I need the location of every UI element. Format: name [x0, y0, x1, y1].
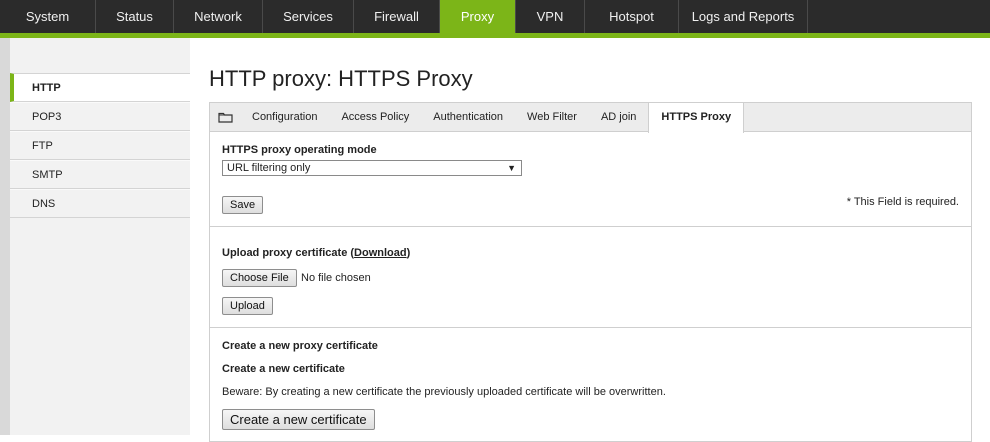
operating-mode-label: HTTPS proxy operating mode — [222, 144, 377, 156]
create-proxy-certificate-heading: Create a new proxy certificate — [222, 340, 378, 352]
section-divider — [210, 226, 971, 227]
operating-mode-value: URL filtering only — [227, 162, 311, 174]
nav-firewall[interactable]: Firewall — [354, 0, 440, 33]
left-gutter — [0, 38, 10, 435]
tab-https-proxy[interactable]: HTTPS Proxy — [648, 103, 745, 133]
create-certificate-button[interactable]: Create a new certificate — [222, 409, 375, 430]
create-certificate-subheading: Create a new certificate — [222, 363, 345, 375]
sidebar: HTTP POP3 FTP SMTP DNS — [10, 73, 190, 218]
download-link[interactable]: Download — [354, 247, 407, 259]
sidebar-item-pop3[interactable]: POP3 — [10, 102, 190, 131]
tab-configuration[interactable]: Configuration — [240, 103, 329, 131]
sidebar-item-dns[interactable]: DNS — [10, 189, 190, 218]
nav-services[interactable]: Services — [263, 0, 354, 33]
upload-label-suffix: ) — [406, 247, 411, 259]
overwrite-warning: Beware: By creating a new certificate th… — [222, 386, 666, 398]
nav-vpn[interactable]: VPN — [516, 0, 585, 33]
upload-certificate-label: Upload proxy certificate (Download) — [222, 247, 410, 259]
tab-access-policy[interactable]: Access Policy — [329, 103, 421, 131]
sidebar-item-ftp[interactable]: FTP — [10, 131, 190, 160]
no-file-chosen-text: No file chosen — [301, 272, 371, 284]
nav-system[interactable]: System — [0, 0, 96, 33]
settings-panel: Configuration Access Policy Authenticati… — [209, 102, 972, 442]
folder-icon[interactable] — [210, 103, 240, 131]
operating-mode-select[interactable]: URL filtering only ▼ — [222, 160, 522, 176]
choose-file-button[interactable]: Choose File — [222, 269, 297, 287]
top-navigation: System Status Network Services Firewall … — [0, 0, 990, 33]
upload-label-prefix: Upload proxy certificate ( — [222, 247, 355, 259]
tab-bar: Configuration Access Policy Authenticati… — [210, 103, 971, 133]
tab-ad-join[interactable]: AD join — [589, 103, 648, 131]
sidebar-item-http[interactable]: HTTP — [10, 73, 190, 102]
dropdown-arrow-icon: ▼ — [507, 163, 516, 173]
nav-network[interactable]: Network — [174, 0, 263, 33]
page-title: HTTP proxy: HTTPS Proxy — [209, 66, 473, 91]
section-divider — [210, 327, 971, 328]
nav-hotspot[interactable]: Hotspot — [585, 0, 679, 33]
nav-status[interactable]: Status — [96, 0, 174, 33]
nav-proxy[interactable]: Proxy — [440, 0, 516, 33]
sidebar-item-smtp[interactable]: SMTP — [10, 160, 190, 189]
required-field-note: * This Field is required. — [846, 196, 959, 208]
tab-web-filter[interactable]: Web Filter — [515, 103, 589, 131]
upload-button[interactable]: Upload — [222, 297, 273, 315]
save-button[interactable]: Save — [222, 196, 264, 214]
tab-authentication[interactable]: Authentication — [421, 103, 515, 131]
nav-logs-and-reports[interactable]: Logs and Reports — [679, 0, 808, 33]
